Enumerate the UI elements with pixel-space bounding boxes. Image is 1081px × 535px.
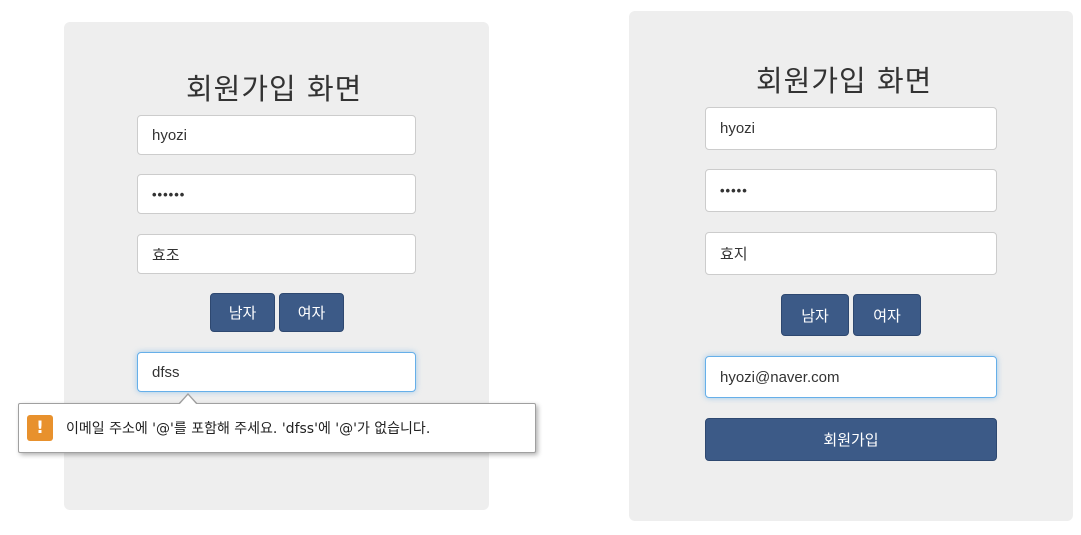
female-button[interactable]: 여자 — [279, 293, 344, 332]
male-button[interactable]: 남자 — [210, 293, 275, 332]
page-title: 회원가입 화면 — [756, 64, 933, 98]
password-input[interactable]: •••••• — [137, 174, 416, 214]
email-validation-tooltip: ! 이메일 주소에 '@'를 포함해 주세요. 'dfss'에 '@'가 없습니… — [18, 403, 536, 453]
validation-message: 이메일 주소에 '@'를 포함해 주세요. 'dfss'에 '@'가 없습니다. — [66, 421, 431, 437]
male-button[interactable]: 남자 — [781, 294, 849, 336]
page-title: 회원가입 화면 — [186, 72, 363, 106]
password-input[interactable]: ••••• — [705, 169, 997, 212]
email-input[interactable]: hyozi@naver.com — [705, 356, 997, 398]
name-input[interactable]: 효지 — [705, 232, 997, 275]
id-input[interactable]: hyozi — [705, 107, 997, 150]
signup-submit-button[interactable]: 회원가입 — [705, 418, 997, 461]
email-input[interactable]: dfss — [137, 352, 416, 392]
name-input[interactable]: 효조 — [137, 234, 416, 274]
warning-icon: ! — [27, 415, 53, 441]
female-button[interactable]: 여자 — [853, 294, 921, 336]
id-input[interactable]: hyozi — [137, 115, 416, 155]
tooltip-arrow-inner — [179, 395, 197, 405]
